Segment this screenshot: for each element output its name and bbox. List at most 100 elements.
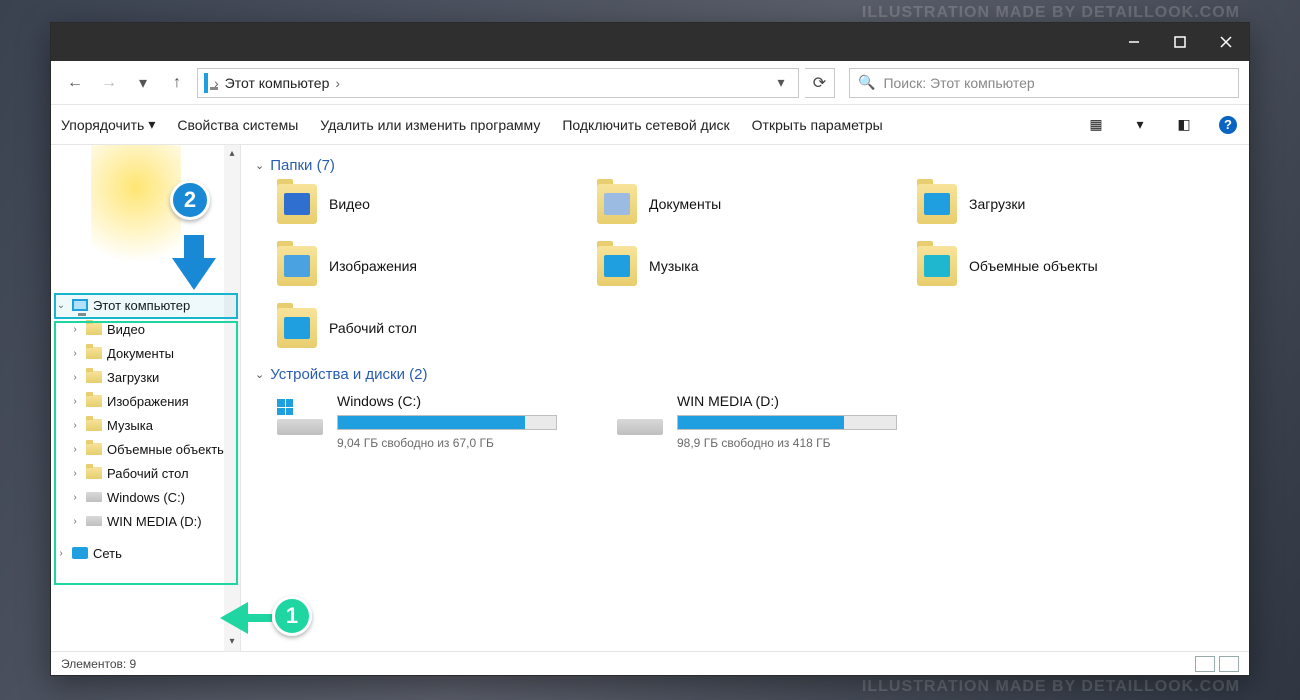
watermark-bottom: ILLUSTRATION MADE BY DETAILLOOK.COM [862, 678, 1240, 696]
drive-item[interactable]: WIN MEDIA (D:) 98,9 ГБ свободно из 418 ГБ [617, 393, 897, 450]
uninstall-program-button[interactable]: Удалить или изменить программу [320, 117, 540, 133]
expand-icon[interactable]: › [55, 548, 67, 559]
expand-icon[interactable]: › [69, 444, 81, 455]
tiles-view-button[interactable] [1219, 656, 1239, 672]
close-button[interactable] [1203, 23, 1249, 61]
back-button[interactable]: ← [61, 69, 89, 97]
folder-icon [597, 246, 637, 286]
folder-icon [85, 392, 103, 410]
expand-icon[interactable]: › [69, 516, 81, 527]
tree-item[interactable]: › WIN MEDIA (D:) [51, 509, 240, 533]
tree-item[interactable]: › Видео [51, 317, 240, 341]
folder-icon [85, 320, 103, 338]
breadcrumb[interactable]: › Этот компьютер › ▾ [197, 68, 799, 98]
tree-item-label: Рабочий стол [107, 466, 189, 481]
drive-icon [277, 399, 323, 435]
tree-item[interactable]: › Изображения [51, 389, 240, 413]
folder-item[interactable]: Видео [277, 184, 587, 224]
search-icon: 🔍 [858, 74, 875, 91]
drive-usage-bar [337, 415, 557, 430]
chevron-down-icon[interactable]: ▾ [1129, 114, 1151, 136]
chevron-down-icon: ⌄ [255, 159, 264, 172]
status-item-count: Элементов: 9 [61, 657, 136, 671]
network-icon [71, 544, 89, 562]
content-pane: ⌄ Папки (7) Видео ДокументыЗагрузки Изобра… [241, 145, 1249, 651]
drive-usage-bar [677, 415, 897, 430]
folder-item[interactable]: Загрузки [917, 184, 1227, 224]
folder-icon [85, 344, 103, 362]
drive-free-text: 9,04 ГБ свободно из 67,0 ГБ [337, 436, 557, 450]
tree-scrollbar[interactable]: ▴▾ [224, 145, 240, 651]
navigation-tree: ▴▾ ⌄ Этот компьютер › Видео › Документы › Заг… [51, 145, 241, 651]
drive-icon [85, 488, 103, 506]
expand-icon[interactable]: › [69, 468, 81, 479]
refresh-button[interactable]: ⟳ [805, 68, 835, 98]
expand-icon[interactable]: › [69, 420, 81, 431]
tree-item-label: Документы [107, 346, 174, 361]
maximize-button[interactable] [1157, 23, 1203, 61]
tree-item[interactable]: › Объемные объекты [51, 437, 240, 461]
expand-icon[interactable]: › [69, 324, 81, 335]
help-button[interactable]: ? [1217, 114, 1239, 136]
tree-item[interactable]: › Музыка [51, 413, 240, 437]
tree-item[interactable]: › Рабочий стол [51, 461, 240, 485]
organize-menu[interactable]: Упорядочить▾ [61, 116, 155, 133]
folder-item[interactable]: Изображения [277, 246, 587, 286]
breadcrumb-root[interactable]: Этот компьютер [225, 75, 330, 91]
watermark-top: ILLUSTRATION MADE BY DETAILLOOK.COM [862, 4, 1240, 22]
tree-item[interactable]: › Загрузки [51, 365, 240, 389]
collapse-icon[interactable]: ⌄ [55, 300, 67, 311]
expand-icon[interactable]: › [69, 396, 81, 407]
folder-icon [597, 184, 637, 224]
open-settings-button[interactable]: Открыть параметры [752, 117, 883, 133]
search-input[interactable]: 🔍 Поиск: Этот компьютер [849, 68, 1239, 98]
folder-icon [917, 246, 957, 286]
titlebar [51, 23, 1249, 61]
folder-item[interactable]: Музыка [597, 246, 907, 286]
details-view-button[interactable] [1195, 656, 1215, 672]
expand-icon[interactable]: › [69, 372, 81, 383]
command-bar: Упорядочить▾ Свойства системы Удалить ил… [51, 105, 1249, 145]
drive-label: WIN MEDIA (D:) [677, 393, 897, 409]
expand-icon[interactable]: › [69, 348, 81, 359]
recent-dropdown[interactable]: ▾ [129, 69, 157, 97]
tree-item-label: Объемные объекты [107, 442, 227, 457]
tree-item-network[interactable]: › Сеть [51, 541, 240, 565]
group-header-disks[interactable]: ⌄ Устройства и диски (2) [255, 366, 1235, 383]
folder-label: Объемные объекты [969, 258, 1098, 274]
tree-item-label: WIN MEDIA (D:) [107, 514, 202, 529]
tree-item-label: Музыка [107, 418, 153, 433]
drive-free-text: 98,9 ГБ свободно из 418 ГБ [677, 436, 897, 450]
expand-icon[interactable]: › [69, 492, 81, 503]
forward-button[interactable]: → [95, 69, 123, 97]
pc-icon [71, 296, 89, 314]
tree-item[interactable]: › Документы [51, 341, 240, 365]
preview-pane-button[interactable]: ◧ [1173, 114, 1195, 136]
group-header-folders[interactable]: ⌄ Папки (7) [255, 157, 1235, 174]
tree-item-label: Видео [107, 322, 145, 337]
folder-icon [85, 464, 103, 482]
explorer-window: ← → ▾ ↑ › Этот компьютер › ▾ ⟳ 🔍 Поиск: … [50, 22, 1250, 676]
tree-item-this-pc[interactable]: ⌄ Этот компьютер [51, 293, 240, 317]
up-button[interactable]: ↑ [163, 69, 191, 97]
folder-item[interactable]: Рабочий стол [277, 308, 587, 348]
chevron-right-icon: › [335, 75, 340, 91]
drive-label: Windows (C:) [337, 393, 557, 409]
folder-label: Рабочий стол [329, 320, 417, 336]
address-bar: ← → ▾ ↑ › Этот компьютер › ▾ ⟳ 🔍 Поиск: … [51, 61, 1249, 105]
system-properties-button[interactable]: Свойства системы [177, 117, 298, 133]
tree-item[interactable]: › Windows (C:) [51, 485, 240, 509]
view-options-button[interactable]: ▦ [1085, 114, 1107, 136]
map-network-drive-button[interactable]: Подключить сетевой диск [562, 117, 729, 133]
folder-item[interactable]: Документы [597, 184, 907, 224]
tree-item-label: Windows (C:) [107, 490, 185, 505]
folder-item[interactable]: Объемные объекты [917, 246, 1227, 286]
address-dropdown[interactable]: ▾ [770, 69, 792, 97]
minimize-button[interactable] [1111, 23, 1157, 61]
drive-item[interactable]: Windows (C:) 9,04 ГБ свободно из 67,0 ГБ [277, 393, 557, 450]
folder-label: Видео [329, 196, 370, 212]
folder-label: Музыка [649, 258, 699, 274]
tree-item-label: Изображения [107, 394, 189, 409]
folder-icon [85, 440, 103, 458]
tree-item-label: Загрузки [107, 370, 159, 385]
